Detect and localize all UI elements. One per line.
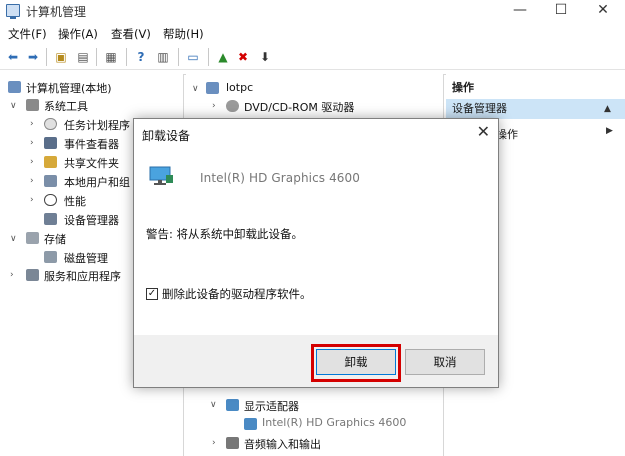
minimize-icon[interactable]: —: [503, 0, 537, 22]
toolbar: [0, 44, 625, 70]
highlight-box: [311, 344, 401, 382]
chevron-right-icon[interactable]: ›: [212, 438, 216, 448]
toolbar-separator: [46, 48, 47, 66]
menu-file[interactable]: 文件(F): [8, 26, 47, 42]
tree-item-storage[interactable]: 存储: [44, 231, 66, 247]
users-icon: [44, 175, 57, 187]
cancel-button[interactable]: 取消: [405, 349, 485, 375]
toolbar-separator: [208, 48, 209, 66]
display-adapter-icon: [148, 165, 174, 187]
disk-icon: [44, 251, 57, 263]
dialog-device-name: Intel(R) HD Graphics 4600: [200, 171, 361, 185]
display-adapter-icon: [244, 418, 257, 430]
tree-item-system-tools[interactable]: 系统工具: [44, 98, 88, 114]
computer-icon: [206, 82, 219, 94]
chevron-right-icon[interactable]: ›: [30, 138, 34, 148]
dialog-title: 卸载设备: [142, 129, 191, 143]
tree-item-performance[interactable]: 性能: [64, 193, 86, 209]
actions-selected-item[interactable]: 设备管理器: [446, 99, 625, 119]
up-folder-icon[interactable]: ▣: [52, 48, 70, 66]
update-driver-icon[interactable]: ▲: [214, 48, 232, 66]
clock-icon: [44, 118, 57, 130]
device-category-dvd[interactable]: DVD/CD-ROM 驱动器: [244, 99, 354, 115]
dialog-warning-text: 警告: 将从系统中卸载此设备。: [146, 227, 304, 241]
menu-action[interactable]: 操作(A): [58, 26, 98, 42]
tree-item-services-apps[interactable]: 服务和应用程序: [44, 268, 121, 284]
back-arrow-icon[interactable]: ⬅: [4, 48, 22, 66]
tree-item-device-manager[interactable]: 设备管理器: [64, 212, 119, 228]
uninstall-device-icon[interactable]: ✖: [234, 48, 252, 66]
device-item-gpu[interactable]: Intel(R) HD Graphics 4600: [262, 416, 406, 429]
export-list-icon[interactable]: ▦: [102, 48, 120, 66]
maximize-icon[interactable]: ☐: [544, 0, 578, 22]
submenu-arrow-icon[interactable]: ▶: [606, 126, 613, 136]
chevron-right-icon[interactable]: ›: [30, 195, 34, 205]
shared-folder-icon: [44, 156, 57, 168]
device-category-audio[interactable]: 音频输入和输出: [244, 436, 321, 452]
actions-header: 操作: [446, 78, 625, 97]
device-manager-icon: [44, 213, 57, 225]
tree-item-task-scheduler[interactable]: 任务计划程序: [64, 117, 130, 133]
chevron-down-icon[interactable]: ∨: [192, 84, 199, 94]
chevron-right-icon[interactable]: ›: [30, 119, 34, 129]
collapse-up-icon[interactable]: ▲: [604, 104, 611, 114]
performance-icon: [44, 194, 57, 206]
chevron-right-icon[interactable]: ›: [30, 176, 34, 186]
toolbar-separator: [126, 48, 127, 66]
tree-root[interactable]: 计算机管理(本地): [26, 80, 112, 96]
event-viewer-icon: [44, 137, 57, 149]
device-root[interactable]: lotpc: [226, 81, 253, 94]
speaker-icon: [226, 437, 239, 449]
storage-icon: [26, 232, 39, 244]
tools-icon: [26, 99, 39, 111]
scan-hardware-icon[interactable]: ▭: [184, 48, 202, 66]
show-hide-tree-icon[interactable]: ▤: [74, 48, 92, 66]
help-icon[interactable]: ?: [132, 48, 150, 66]
chevron-right-icon[interactable]: ›: [10, 270, 14, 280]
delete-driver-label[interactable]: 删除此设备的驱动程序软件。: [162, 286, 312, 302]
menu-view[interactable]: 查看(V): [111, 26, 151, 42]
chevron-down-icon[interactable]: ∨: [210, 400, 217, 410]
tree-item-event-viewer[interactable]: 事件查看器: [64, 136, 119, 152]
chevron-down-icon[interactable]: ∨: [10, 101, 17, 111]
chevron-down-icon[interactable]: ∨: [10, 234, 17, 244]
properties-icon[interactable]: ▥: [154, 48, 172, 66]
forward-arrow-icon[interactable]: ➡: [24, 48, 42, 66]
download-icon[interactable]: ⬇: [256, 48, 274, 66]
computer-management-icon: [6, 4, 20, 19]
device-category-display[interactable]: 显示适配器: [244, 398, 299, 414]
tree-item-local-users[interactable]: 本地用户和组: [64, 174, 130, 190]
tree-item-disk-management[interactable]: 磁盘管理: [64, 250, 108, 266]
services-icon: [26, 269, 39, 281]
close-icon[interactable]: ✕: [586, 0, 620, 22]
chevron-right-icon[interactable]: ›: [30, 157, 34, 167]
window-title: 计算机管理: [26, 5, 87, 19]
chevron-right-icon[interactable]: ›: [212, 101, 216, 111]
menu-help[interactable]: 帮助(H): [163, 26, 204, 42]
delete-driver-checkbox[interactable]: ✓: [146, 288, 158, 300]
actions-more-item[interactable]: 操作: [496, 126, 518, 142]
toolbar-separator: [178, 48, 179, 66]
computer-icon: [8, 81, 21, 93]
toolbar-separator: [96, 48, 97, 66]
dialog-close-icon[interactable]: ✕: [477, 122, 490, 141]
tree-item-shared-folders[interactable]: 共享文件夹: [64, 155, 119, 171]
dvd-drive-icon: [226, 100, 239, 112]
display-adapter-icon: [226, 399, 239, 411]
